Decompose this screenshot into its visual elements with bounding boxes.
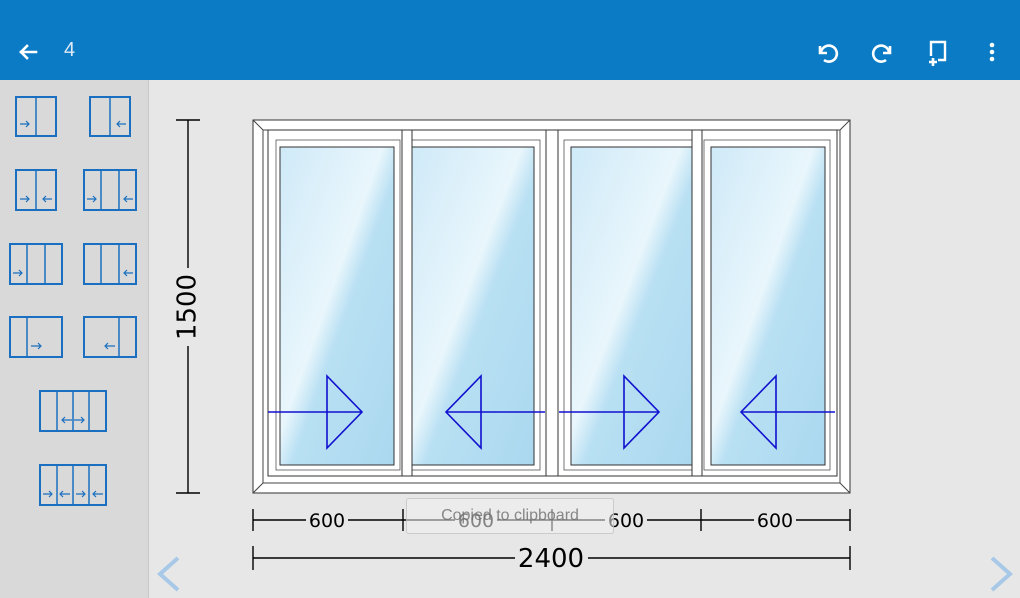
sash-4[interactable] xyxy=(691,129,838,477)
tile-three-sash-center-split[interactable] xyxy=(39,390,109,434)
tile-fixed-slide-left[interactable] xyxy=(89,96,133,138)
toast-message: Copied to clipboard xyxy=(406,498,614,534)
total-width-label[interactable]: 2400 xyxy=(518,544,584,574)
tile-two-sash-wide-right[interactable] xyxy=(9,316,65,360)
back-arrow-icon[interactable] xyxy=(14,38,42,66)
sash-3[interactable] xyxy=(551,129,703,477)
interlock-1 xyxy=(401,129,413,477)
chevron-left-icon[interactable] xyxy=(156,556,180,592)
interlock-2 xyxy=(545,129,559,477)
tile-three-sash-right-left[interactable] xyxy=(83,169,139,213)
tile-three-sash-last-left[interactable] xyxy=(83,243,139,287)
sash-2[interactable] xyxy=(401,129,553,477)
app-bar: 4 xyxy=(0,0,1020,80)
tile-four-sash-alternating[interactable] xyxy=(39,464,109,508)
segment-label-1[interactable]: 600 xyxy=(309,510,345,532)
tile-two-sash-converging[interactable] xyxy=(15,169,59,213)
tile-slide-right-fixed[interactable] xyxy=(15,96,59,138)
undo-icon[interactable] xyxy=(812,36,842,68)
segment-label-4[interactable]: 600 xyxy=(757,510,793,532)
add-page-icon[interactable] xyxy=(922,36,952,68)
more-vert-icon[interactable] xyxy=(980,36,1004,68)
height-label[interactable]: 1500 xyxy=(173,274,203,340)
redo-icon[interactable] xyxy=(868,36,898,68)
tile-three-sash-first-right[interactable] xyxy=(9,243,65,287)
tile-two-sash-wide-left[interactable] xyxy=(83,316,139,360)
interlock-3 xyxy=(691,129,703,477)
page-title: 4 xyxy=(64,39,76,61)
chevron-right-icon[interactable] xyxy=(990,556,1014,592)
sash-1[interactable] xyxy=(267,129,413,477)
